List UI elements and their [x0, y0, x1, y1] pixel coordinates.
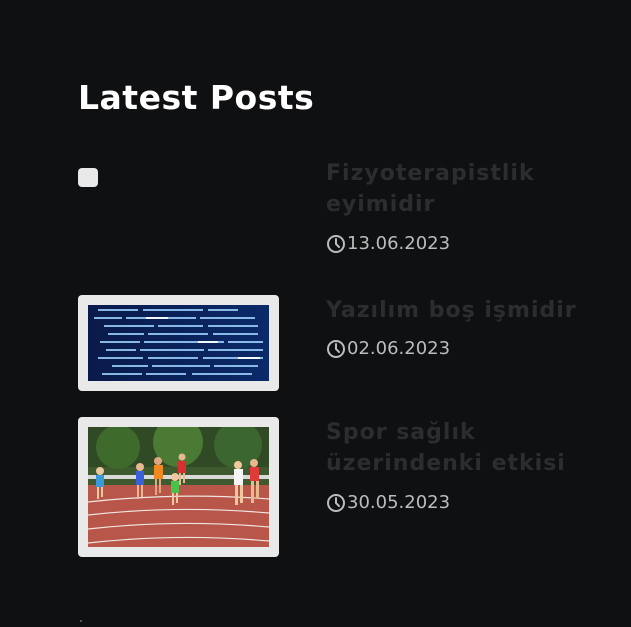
post-date: 30.05.2023	[326, 492, 450, 513]
divider-dot	[80, 620, 82, 622]
post-thumbnail-sport[interactable]	[78, 417, 279, 557]
post-date-text: 30.05.2023	[347, 492, 451, 513]
clock-icon	[327, 493, 345, 512]
post-title-link[interactable]: Yazılım boş işmidir	[326, 295, 596, 326]
post-date: 02.06.2023	[326, 338, 450, 359]
post-item: Fizyoterapistlik eyimidir 13.06.2023	[78, 158, 598, 258]
post-item: Spor sağlık üzerindenki etkisi 30.05.202…	[78, 417, 598, 557]
post-thumbnail-broken[interactable]	[78, 168, 98, 187]
clock-icon	[327, 234, 345, 253]
post-title-link[interactable]: Fizyoterapistlik eyimidir	[326, 158, 596, 220]
post-title-link[interactable]: Spor sağlık üzerindenki etkisi	[326, 417, 596, 479]
clock-icon	[327, 339, 345, 358]
post-date: 13.06.2023	[326, 233, 450, 254]
code-screen-image	[88, 305, 269, 381]
post-date-text: 13.06.2023	[347, 233, 451, 254]
running-track-image	[88, 427, 269, 547]
widget-title: Latest Posts	[78, 78, 315, 117]
post-date-text: 02.06.2023	[347, 338, 451, 359]
post-item: Yazılım boş işmidir 02.06.2023	[78, 295, 598, 395]
post-thumbnail-code[interactable]	[78, 295, 279, 391]
